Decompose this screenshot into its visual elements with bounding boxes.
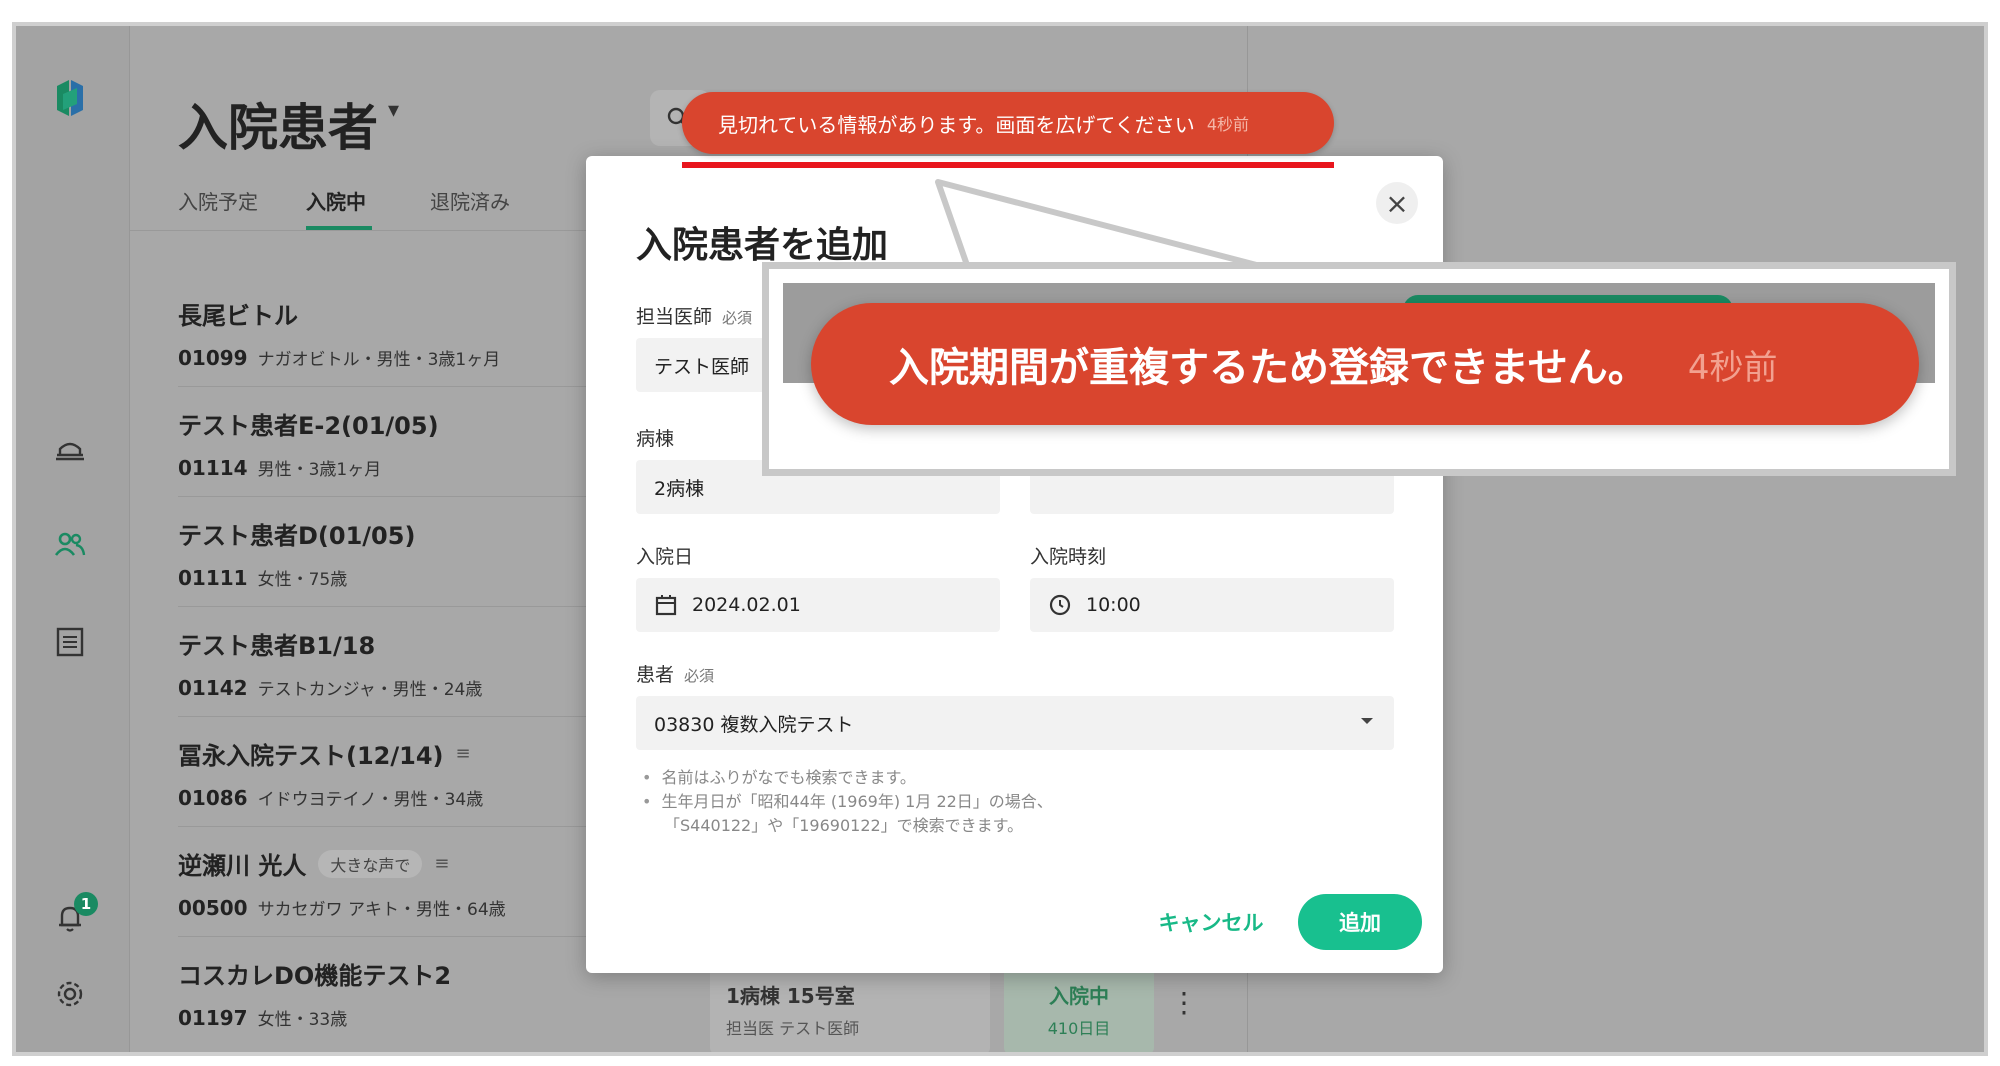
patient-label: 患者 必須 <box>636 660 714 687</box>
hint-item: 生年月日が「昭和44年 (1969年) 1月 22日」の場合、 <box>642 790 1052 814</box>
highlight-underline <box>682 162 1334 168</box>
clock-icon <box>1049 594 1071 616</box>
close-button[interactable]: × <box>1376 182 1418 224</box>
room-title: 1病棟 15号室 <box>726 984 855 1008</box>
warning-toast: 見切れている情報があります。画面を広げてください 4秒前 <box>682 92 1334 154</box>
toast-message: 入院期間が重複するため登録できません。 <box>889 345 1648 391</box>
memo-icon: ≡ <box>434 853 450 874</box>
toast-time: 4秒前 <box>1687 347 1778 388</box>
admit-date-value: 2024.02.01 <box>692 594 801 616</box>
patient-row[interactable]: テスト患者B1/18 01142 テストカンジャ・男性・24歳 <box>178 626 482 700</box>
hint-continuation: 「S440122」や「19690122」で検索できます。 <box>664 816 1024 835</box>
patient-id: 01086 <box>178 786 248 810</box>
doctor-label-text: 担当医師 <box>636 306 713 328</box>
row-divider <box>178 716 598 717</box>
patient-id: 01197 <box>178 1006 248 1030</box>
patient-id: 01114 <box>178 456 248 480</box>
patient-select[interactable]: 03830 複数入院テスト <box>636 696 1394 750</box>
patient-name: 逆瀬川 光人 <box>178 852 307 880</box>
patient-value: 03830 複数入院テスト <box>654 713 854 736</box>
status-card[interactable]: 入院中 410日目 <box>1004 962 1154 1052</box>
patient-id: 01099 <box>178 346 248 370</box>
row-divider <box>178 606 598 607</box>
chevron-down-icon[interactable]: ▾ <box>388 98 399 123</box>
cancel-button[interactable]: キャンセル <box>1146 896 1276 948</box>
list-icon[interactable] <box>48 620 92 664</box>
patient-row[interactable]: テスト患者E-2(01/05) 01114 男性・3歳1ヶ月 <box>178 406 439 480</box>
tab-current[interactable]: 入院中 <box>306 186 366 215</box>
patient-id: 01142 <box>178 676 248 700</box>
room-card[interactable]: 1病棟 15号室 担当医 テスト医師 <box>710 962 990 1052</box>
patient-tag: 大きな声で <box>318 849 423 878</box>
required-mark: 必須 <box>722 309 753 327</box>
patient-name: 冨永入院テスト(12/14) <box>178 742 444 770</box>
toast-time: 4秒前 <box>1206 115 1249 134</box>
ward-value: 2病棟 <box>654 477 705 500</box>
add-button[interactable]: 追加 <box>1298 894 1422 950</box>
row-divider <box>178 936 598 937</box>
search-hints: 名前はふりがなでも検索できます。 生年月日が「昭和44年 (1969年) 1月 … <box>642 766 1053 838</box>
admit-time-value: 10:00 <box>1086 594 1141 616</box>
patient-name: コスカレDO機能テスト2 <box>178 962 452 990</box>
error-toast: 入院期間が重複するため登録できません。 4秒前 <box>811 303 1919 425</box>
zoom-callout: 入院期間が重複するため登録できません。 4秒前 <box>762 262 1956 476</box>
bed-icon[interactable] <box>48 426 92 470</box>
patient-row[interactable]: コスカレDO機能テスト2 01197 女性・33歳 <box>178 956 451 1030</box>
patient-meta: テストカンジャ・男性・24歳 <box>257 680 483 700</box>
patient-id: 00500 <box>178 896 248 920</box>
calendar-icon <box>655 595 677 616</box>
status-label: 入院中 <box>1049 984 1109 1008</box>
more-menu-icon[interactable]: ⋮ <box>1170 986 1198 1019</box>
memo-icon: ≡ <box>455 743 471 764</box>
patient-meta: イドウヨテイノ・男性・34歳 <box>257 790 484 810</box>
admit-date-field[interactable]: 2024.02.01 <box>636 578 1000 632</box>
patient-meta: サカセガワ アキト・男性・64歳 <box>257 900 506 920</box>
patient-name: テスト患者B1/18 <box>178 632 376 660</box>
doctor-label: 担当医師 必須 <box>636 302 752 329</box>
required-mark: 必須 <box>684 667 715 685</box>
patient-label-text: 患者 <box>636 664 675 686</box>
toast-message: 見切れている情報があります。画面を広げてください <box>718 112 1195 137</box>
patient-row[interactable]: 逆瀬川 光人 大きな声で ≡ 00500 サカセガワ アキト・男性・64歳 <box>178 846 506 920</box>
admit-date-label: 入院日 <box>636 546 694 568</box>
doctor-value: テスト医師 <box>654 355 750 378</box>
tab-discharged[interactable]: 退院済み <box>430 186 510 215</box>
notification-badge: 1 <box>74 892 98 916</box>
row-divider <box>178 386 598 387</box>
patient-row[interactable]: 長尾ビトル 01099 ナガオビトル・男性・3歳1ヶ月 <box>178 296 500 370</box>
ward-label: 病棟 <box>636 428 675 450</box>
admit-time-label: 入院時刻 <box>1030 546 1107 568</box>
dropdown-caret-icon <box>1361 718 1373 724</box>
patient-name: 長尾ビトル <box>178 302 298 330</box>
patients-icon[interactable] <box>48 522 92 566</box>
patient-row[interactable]: 冨永入院テスト(12/14) ≡ 01086 イドウヨテイノ・男性・34歳 <box>178 736 483 810</box>
patient-name: テスト患者D(01/05) <box>178 522 416 550</box>
tabs-divider <box>130 230 590 231</box>
admit-time-field[interactable]: 10:00 <box>1030 578 1394 632</box>
room-doctor: 担当医 テスト医師 <box>726 1019 860 1038</box>
bell-icon[interactable]: 1 <box>48 892 98 940</box>
row-divider <box>178 496 598 497</box>
patient-name: テスト患者E-2(01/05) <box>178 412 439 440</box>
patient-meta: 女性・33歳 <box>257 1010 348 1030</box>
app-logo-icon[interactable] <box>48 76 92 120</box>
row-divider <box>178 826 598 827</box>
patient-meta: ナガオビトル・男性・3歳1ヶ月 <box>257 350 501 370</box>
patient-id: 01111 <box>178 566 248 590</box>
patient-meta: 男性・3歳1ヶ月 <box>257 460 382 480</box>
page-title[interactable]: 入院患者 <box>178 88 378 160</box>
tab-planned[interactable]: 入院予定 <box>178 186 258 215</box>
left-rail: 1 <box>16 26 130 1052</box>
patient-row[interactable]: テスト患者D(01/05) 01111 女性・75歳 <box>178 516 415 590</box>
screenshot-frame: 1 入院患者 ▾ 入院予定 入院中 退院済み 長尾ビトル 01099 ナガオビトル… <box>12 22 1988 1056</box>
dialog-title: 入院患者を追加 <box>636 225 889 266</box>
hint-item: 名前はふりがなでも検索できます。 <box>642 766 1053 790</box>
gear-icon[interactable] <box>48 972 92 1016</box>
patient-meta: 女性・75歳 <box>257 570 348 590</box>
status-days: 410日目 <box>1047 1019 1111 1038</box>
